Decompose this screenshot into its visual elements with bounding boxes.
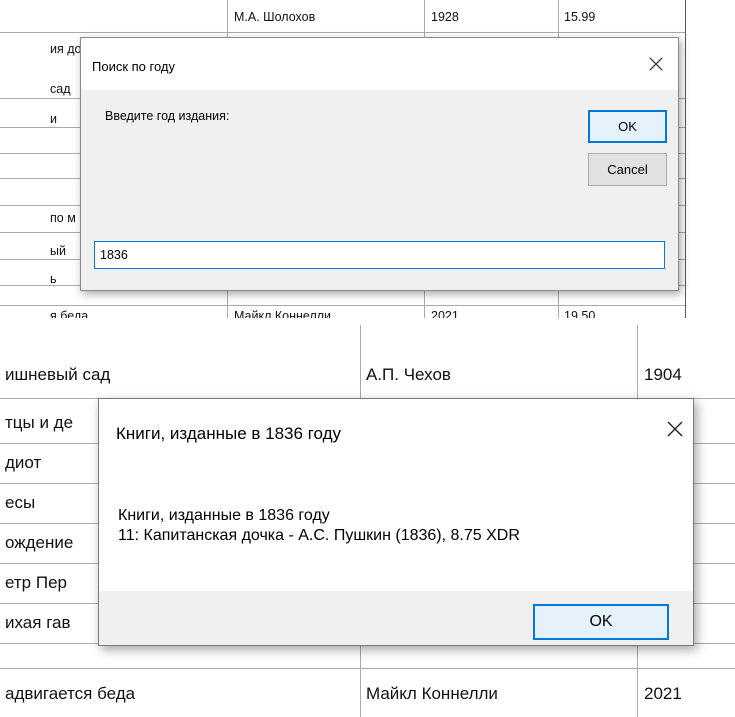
grid-hline [692,643,735,644]
cell-title: тцы и де [5,413,74,432]
grid-hline [0,563,98,564]
result-screenshot-panel: ишневый сад А.П. Чехов 1904 тцы и де дио… [0,325,735,717]
grid-hline [0,305,685,306]
cell-title: диот [5,453,42,472]
grid-hline [0,483,98,484]
result-heading: Книги, изданные в 1836 году [118,507,330,524]
cell-title: ождение [5,533,74,552]
cell-year: 1904 [644,365,682,384]
cell-title: ь [50,272,57,286]
grid-hline [0,603,98,604]
grid-hline [692,523,735,524]
cell-author: А.П. Чехов [366,365,451,384]
grid-hline [0,668,735,669]
close-icon[interactable] [644,52,668,76]
grid-hline [0,443,98,444]
table-right-border [685,0,686,318]
grid-hline [692,603,735,604]
cell-title: я беда [50,309,89,318]
dialog-title: Поиск по году [92,59,176,74]
cell-title: адвигается беда [5,684,136,703]
cell-year: 2021 [644,684,682,703]
cell-author: Майкл Коннелли [366,684,498,703]
year-prompt-label: Введите год издания: [105,109,230,123]
cell-title: ия до [50,42,82,56]
grid-hline [0,523,98,524]
cell-year: 1928 [431,10,459,24]
cell-title: етр Пер [5,573,67,592]
cell-price: 15.99 [564,10,596,24]
grid-hline [692,483,735,484]
ok-button[interactable]: OK [588,110,667,143]
cell-title: ый [50,244,66,258]
grid-hline [0,32,685,33]
cell-title: по м [50,211,76,225]
grid-hline [692,563,735,564]
cell-title: ишневый сад [5,365,111,384]
result-item: 11: Капитанская дочка - А.С. Пушкин (183… [118,527,520,544]
dialog-title: Книги, изданные в 1836 году [116,424,342,443]
cell-title: ихая гав [5,613,71,632]
cancel-button[interactable]: Cancel [588,153,667,186]
dialog-title-bar: Поиск по году [81,38,678,90]
cell-year: 2021 [431,309,459,318]
grid-hline [0,643,98,644]
close-icon[interactable] [662,416,688,442]
cell-title: и [50,112,57,126]
search-result-dialog: Книги, изданные в 1836 году Книги, издан… [98,398,694,646]
year-input[interactable]: 1836 [94,241,665,269]
cell-author: Майкл Коннелли [234,309,332,318]
cell-title: есы [5,493,36,512]
search-year-dialog: Поиск по году Введите год издания: OK Ca… [80,37,679,291]
cell-author: М.А. Шолохов [234,10,316,24]
ok-button[interactable]: OK [533,604,669,640]
search-screenshot-panel: М.А. Шолохов 1928 15.99 ия до сад и по м… [0,0,735,318]
cell-price: 19.50 [564,309,596,318]
screenshot-separator [0,318,735,325]
cell-title: сад [50,82,71,96]
grid-hline [692,443,735,444]
